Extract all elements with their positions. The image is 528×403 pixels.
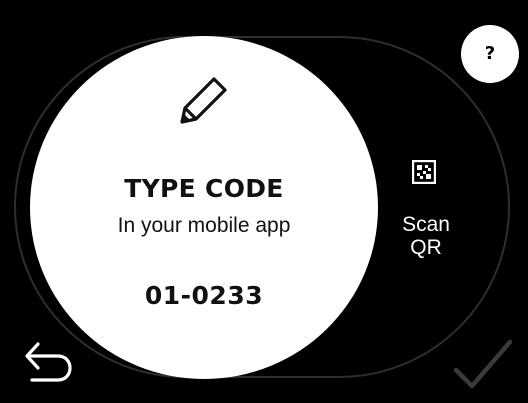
type-code-subtitle: In your mobile app [117,214,291,237]
checkmark-icon [453,339,513,389]
confirm-button[interactable] [450,334,514,392]
back-button[interactable] [22,336,76,386]
pencil-icon [180,77,227,124]
type-code-title: TYPE CODE [124,174,284,203]
scan-qr-label-line2: QR [410,236,442,259]
scan-qr-label-line1: Scan [402,213,450,236]
type-code-option[interactable]: TYPE CODE In your mobile app 01-0233 [30,36,378,379]
qr-code-icon [412,160,436,184]
help-button[interactable]: ? [461,25,519,83]
scan-qr-label: Scan QR [378,213,474,259]
pairing-code: 01-0233 [144,281,264,310]
scan-qr-option[interactable]: Scan QR [378,150,474,280]
undo-arrow-icon [25,342,72,382]
